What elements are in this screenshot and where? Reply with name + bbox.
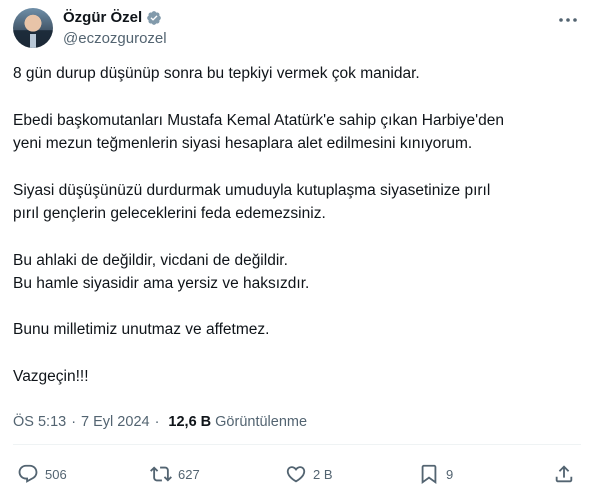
- tweet-paragraph: Ebedi başkomutanları Mustafa Kemal Atatü…: [13, 111, 504, 152]
- tweet-paragraph: 8 gün durup düşünüp sonra bu tepkiyi ver…: [13, 65, 420, 82]
- repost-count: 627: [178, 466, 200, 482]
- tweet-paragraph: Bunu milletimiz unutmaz ve affetmez.: [13, 321, 270, 339]
- author-handle[interactable]: @eczozgurozel: [63, 30, 167, 47]
- verified-badge-icon: [147, 10, 162, 25]
- like-button[interactable]: 2 B: [285, 462, 333, 486]
- more-horizontal-icon: [559, 18, 577, 22]
- tweet-paragraph: Bu ahlaki de değildir, vicdani de değild…: [13, 251, 310, 292]
- views-label: Görüntülenme: [215, 414, 308, 430]
- more-options-button[interactable]: [557, 11, 579, 29]
- reply-icon: [18, 464, 38, 483]
- tweet-meta: ÖS 5:13 · 7 Eyl 2024 · 12,6 B Görüntülen…: [13, 414, 307, 430]
- author-display-name[interactable]: Özgür Özel: [63, 9, 142, 26]
- views-count: 12,6 B: [168, 414, 212, 430]
- repost-icon: [150, 466, 172, 482]
- tweet-time[interactable]: ÖS 5:13: [13, 414, 66, 430]
- reply-button[interactable]: 506: [17, 462, 67, 486]
- heart-icon: [286, 466, 306, 483]
- bookmark-icon: [421, 464, 437, 485]
- share-button[interactable]: [553, 462, 575, 486]
- action-bar: 506 627 2 B 9: [13, 462, 578, 486]
- tweet-text: 8 gün durup düşünüp sonra bu tepkiyi ver…: [13, 62, 578, 388]
- tweet-header: Özgür Özel @eczozgurozel: [13, 5, 583, 49]
- meta-separator: ·: [71, 414, 77, 430]
- divider: [13, 444, 581, 445]
- avatar[interactable]: [13, 8, 53, 48]
- bookmark-button[interactable]: 9: [418, 462, 453, 486]
- author-name-row: Özgür Özel: [63, 9, 162, 26]
- share-icon: [555, 465, 573, 483]
- tweet-paragraph: Siyasi düşüşünüzü durdurmak umuduyla kut…: [13, 181, 491, 222]
- bookmark-count: 9: [446, 466, 454, 482]
- reply-count: 506: [45, 466, 67, 482]
- meta-separator: ·: [154, 414, 160, 430]
- tweet-paragraph: Vazgeçin!!!: [13, 368, 89, 386]
- like-count: 2 B: [313, 466, 333, 482]
- repost-button[interactable]: 627: [150, 462, 200, 486]
- tweet-date[interactable]: 7 Eyl 2024: [81, 414, 150, 430]
